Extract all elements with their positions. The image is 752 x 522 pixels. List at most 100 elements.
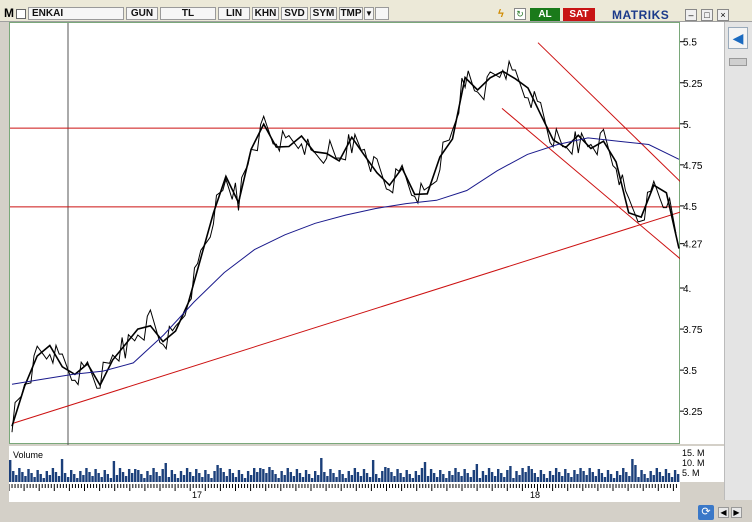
volume-bar: [237, 470, 241, 482]
volume-bar: [527, 466, 530, 482]
volume-chart: Volume: [9, 446, 680, 482]
panel-handle[interactable]: [729, 58, 747, 66]
buy-button[interactable]: AL: [530, 8, 560, 21]
volume-bar: [15, 475, 18, 482]
volume-bar: [146, 471, 149, 482]
volume-bar: [134, 469, 137, 482]
volume-bar: [338, 470, 341, 482]
volume-bar: [219, 468, 222, 482]
volume-tick: 15. M: [682, 448, 705, 458]
maximize-icon[interactable]: □: [701, 9, 713, 21]
sync-icon[interactable]: ⟳: [698, 505, 714, 520]
volume-bar: [131, 473, 134, 482]
volume-bar: [112, 461, 116, 482]
volume-bar: [429, 469, 433, 482]
volume-bar: [631, 459, 634, 482]
volume-bar: [350, 475, 353, 482]
volume-bar: [497, 469, 500, 482]
volume-bar: [551, 475, 555, 482]
volume-bar: [317, 475, 320, 482]
volume-axis: 15. M 10. M 5. M: [680, 446, 724, 482]
volume-bar: [82, 475, 85, 482]
volume-bar: [451, 475, 454, 482]
volume-bar: [405, 470, 408, 482]
volume-bar: [652, 475, 655, 482]
price-line: [11, 70, 680, 427]
khn-button[interactable]: KHN: [252, 7, 279, 20]
volume-bar: [658, 472, 662, 482]
volume-bar: [207, 474, 210, 482]
tmp-button[interactable]: TMP: [339, 7, 363, 20]
volume-bar: [216, 465, 219, 482]
rising-trendline: [11, 211, 682, 425]
volume-bar: [12, 471, 15, 482]
volume-bar: [161, 469, 164, 482]
volume-bar: [97, 473, 100, 482]
volume-bar: [515, 471, 518, 482]
volume-bar: [457, 472, 460, 482]
date-label: 17: [192, 490, 203, 500]
volume-bar: [213, 471, 216, 482]
volume-bar: [127, 469, 131, 482]
volume-bar: [442, 474, 445, 482]
close-icon[interactable]: ×: [717, 9, 729, 21]
volume-bar: [414, 471, 418, 482]
symbol-checkbox[interactable]: [16, 9, 26, 19]
price-tick-label: 5.: [683, 120, 691, 131]
volume-bar: [500, 473, 503, 482]
volume-bar: [649, 471, 652, 482]
svd-button[interactable]: SVD: [281, 7, 308, 20]
volume-bar: [585, 475, 588, 482]
volume-bar: [271, 470, 274, 482]
arrow-left-icon[interactable]: ◀: [728, 27, 748, 49]
price-detail-line: [11, 59, 677, 433]
channel-upper-line: [537, 42, 682, 183]
menu-m-button[interactable]: M: [3, 6, 15, 20]
volume-bar: [274, 474, 277, 482]
volume-bar: [36, 470, 39, 482]
scale-button[interactable]: LIN: [218, 7, 250, 20]
dropdown-icon[interactable]: ▼: [364, 7, 374, 20]
volume-bar: [622, 468, 625, 482]
volume-bar: [21, 472, 24, 482]
period-button[interactable]: GUN: [126, 7, 158, 20]
volume-bar: [204, 470, 207, 482]
price-chart[interactable]: [9, 22, 682, 445]
volume-bar: [606, 470, 610, 482]
price-tick-label: 4.75: [683, 161, 703, 172]
volume-bar: [121, 472, 125, 482]
sell-button[interactable]: SAT: [563, 8, 595, 21]
volume-bar: [286, 468, 289, 482]
volume-bar: [454, 468, 457, 482]
volume-bar: [70, 470, 73, 482]
volume-bar: [524, 472, 527, 482]
symbol-field[interactable]: ENKAI: [28, 7, 124, 20]
scroll-right-icon[interactable]: ▶: [731, 507, 742, 518]
volume-bar: [283, 475, 286, 482]
sym-button[interactable]: SYM: [310, 7, 337, 20]
volume-bar: [240, 474, 244, 482]
volume-bar: [533, 473, 536, 482]
volume-bar: [375, 474, 378, 482]
scroll-left-icon[interactable]: ◀: [718, 507, 729, 518]
minimize-icon[interactable]: –: [685, 9, 697, 21]
volume-bar: [539, 470, 543, 482]
currency-button[interactable]: TL: [160, 7, 216, 20]
lightning-icon[interactable]: ϟ: [498, 8, 508, 20]
volume-bar: [448, 471, 451, 482]
volume-bar: [298, 473, 302, 482]
volume-bar: [320, 458, 323, 482]
refresh-icon[interactable]: ↻: [514, 8, 526, 20]
bottom-bar: ⟳ ◀ ▶: [0, 502, 752, 522]
volume-bar: [228, 469, 231, 482]
date-label: 18: [530, 490, 541, 500]
volume-bar: [530, 469, 533, 482]
extra-button[interactable]: [375, 7, 389, 20]
volume-bar: [246, 471, 250, 482]
volume-bar: [396, 469, 399, 482]
volume-bar: [63, 473, 67, 482]
volume-bar: [463, 469, 466, 482]
volume-bar: [289, 472, 292, 482]
volume-bar: [307, 474, 311, 482]
volume-bar: [356, 472, 360, 482]
